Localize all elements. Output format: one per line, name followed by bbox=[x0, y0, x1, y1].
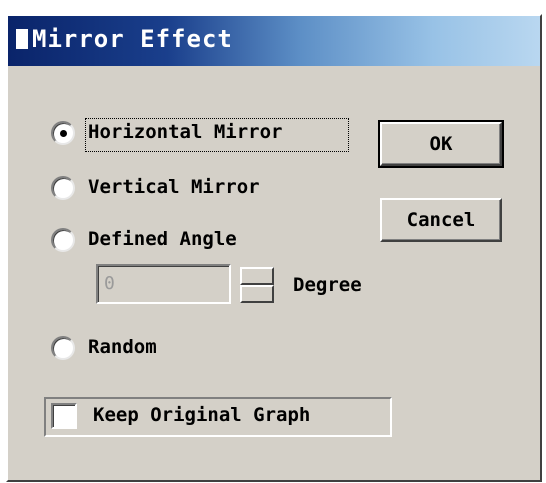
keep-original-label: Keep Original Graph bbox=[93, 404, 311, 426]
radio-button[interactable] bbox=[51, 336, 75, 360]
window-title: Mirror Effect bbox=[32, 25, 233, 53]
radio-label-horizontal: Horizontal Mirror bbox=[88, 121, 283, 143]
keep-original-checkbox[interactable] bbox=[51, 403, 77, 429]
angle-spinner[interactable] bbox=[240, 267, 274, 303]
radio-button[interactable] bbox=[51, 228, 75, 252]
mirror-effect-dialog: Mirror Effect Horizontal Mirror Vertical… bbox=[6, 14, 542, 482]
title-bar[interactable]: Mirror Effect bbox=[8, 16, 540, 66]
spinner-up-button[interactable] bbox=[240, 267, 274, 285]
window-icon bbox=[16, 29, 28, 49]
spinner-down-button[interactable] bbox=[240, 285, 274, 303]
radio-label-vertical: Vertical Mirror bbox=[88, 176, 260, 198]
radio-button[interactable] bbox=[51, 176, 75, 200]
degree-label: Degree bbox=[293, 274, 362, 296]
angle-input[interactable]: 0 bbox=[96, 264, 231, 304]
radio-label-defined-angle: Defined Angle bbox=[88, 228, 237, 250]
cancel-button[interactable]: Cancel bbox=[380, 198, 502, 242]
radio-label-random: Random bbox=[88, 336, 157, 358]
radio-button-checked[interactable] bbox=[51, 121, 75, 145]
ok-button[interactable]: OK bbox=[378, 120, 504, 168]
